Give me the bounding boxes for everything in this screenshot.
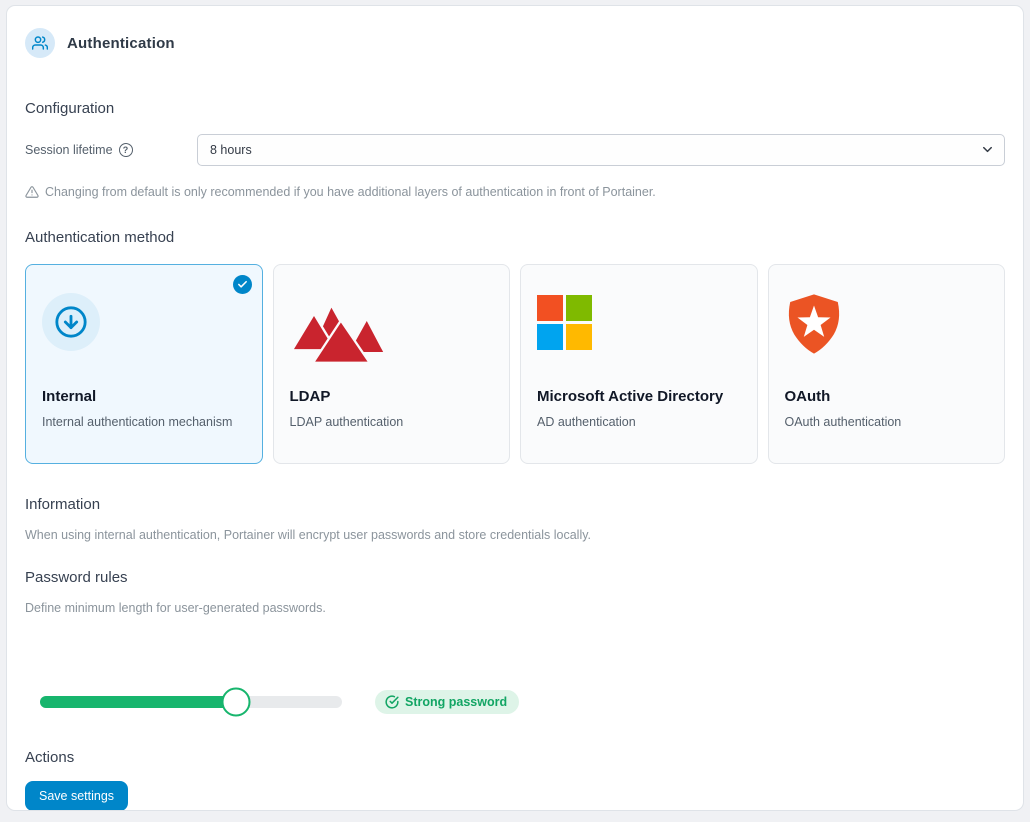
slider-fill: [40, 696, 236, 708]
auth-option-oauth[interactable]: OAuth OAuth authentication: [768, 264, 1006, 464]
panel-header: Authentication: [25, 28, 1005, 58]
configuration-heading: Configuration: [25, 100, 1005, 117]
password-rules-heading: Password rules: [25, 569, 1005, 586]
auth-option-title: Microsoft Active Directory: [537, 387, 741, 407]
password-rules-text: Define minimum length for user-generated…: [25, 601, 1005, 615]
warning-triangle-icon: [25, 185, 39, 199]
help-icon[interactable]: ?: [119, 143, 133, 157]
password-length-slider[interactable]: [40, 687, 342, 717]
auth-option-title: LDAP: [290, 387, 494, 407]
auth-option-internal[interactable]: Internal Internal authentication mechani…: [25, 264, 263, 464]
users-icon: [25, 28, 55, 58]
password-strength-badge: Strong password: [375, 690, 519, 714]
auth-option-title: Internal: [42, 387, 246, 407]
auth-option-description: Internal authentication mechanism: [42, 415, 246, 429]
password-strength-label: Strong password: [405, 695, 507, 709]
warning-text: Changing from default is only recommende…: [45, 185, 656, 199]
information-heading: Information: [25, 496, 1005, 513]
authentication-settings-panel: Authentication Configuration Session lif…: [6, 5, 1024, 811]
auth-option-title: OAuth: [785, 387, 989, 407]
slider-handle[interactable]: [222, 688, 251, 717]
password-length-row: Strong password: [25, 687, 1005, 717]
save-settings-button[interactable]: Save settings: [25, 781, 128, 811]
session-lifetime-select[interactable]: 8 hours: [197, 134, 1005, 166]
session-lifetime-label-wrap: Session lifetime ?: [25, 143, 197, 157]
ldap-logo-icon: [290, 299, 386, 365]
session-lifetime-warning: Changing from default is only recommende…: [25, 185, 1005, 199]
information-text: When using internal authentication, Port…: [25, 528, 1005, 542]
auth-method-options: Internal Internal authentication mechani…: [25, 264, 1005, 464]
auth-option-description: AD authentication: [537, 415, 741, 429]
session-lifetime-label: Session lifetime: [25, 143, 113, 157]
selected-check-icon: [233, 275, 252, 294]
auth-option-microsoft-ad[interactable]: Microsoft Active Directory AD authentica…: [520, 264, 758, 464]
page-title: Authentication: [67, 35, 175, 52]
auth-option-ldap[interactable]: LDAP LDAP authentication: [273, 264, 511, 464]
session-lifetime-row: Session lifetime ? 8 hours: [25, 134, 1005, 166]
auth-option-description: OAuth authentication: [785, 415, 989, 429]
oauth-shield-icon: [785, 293, 843, 355]
download-circle-icon: [42, 293, 100, 351]
session-lifetime-select-wrap: 8 hours: [197, 134, 1005, 166]
auth-method-heading: Authentication method: [25, 229, 1005, 246]
microsoft-logo-icon: [537, 295, 592, 350]
auth-option-description: LDAP authentication: [290, 415, 494, 429]
actions-heading: Actions: [25, 749, 1005, 766]
check-circle-icon: [385, 695, 399, 709]
